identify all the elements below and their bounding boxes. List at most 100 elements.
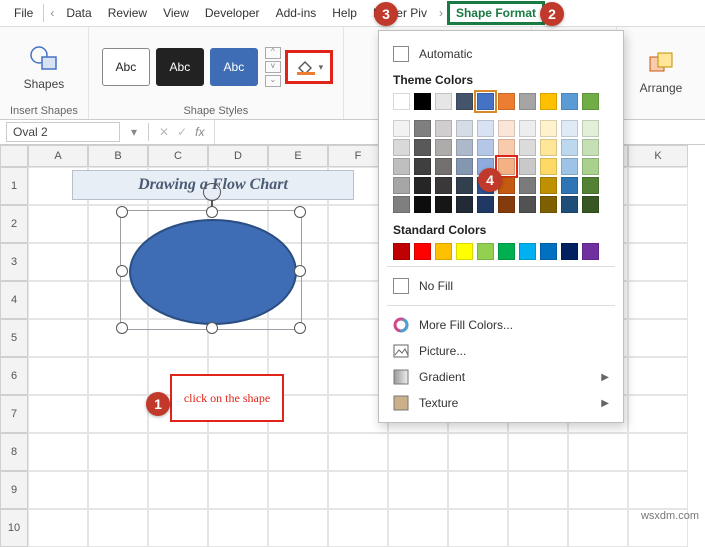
tab-developer[interactable]: Developer [197, 2, 268, 24]
color-swatch[interactable] [414, 243, 431, 260]
tab-addins[interactable]: Add-ins [268, 2, 325, 24]
cell[interactable] [628, 433, 688, 471]
cell[interactable] [28, 395, 88, 433]
color-swatch[interactable] [435, 243, 452, 260]
column-header[interactable]: C [148, 145, 208, 167]
color-swatch[interactable] [456, 93, 473, 110]
style-gallery-scroll[interactable]: ^v⌄ [265, 46, 281, 88]
row-header[interactable]: 7 [0, 395, 28, 433]
color-swatch[interactable] [519, 196, 536, 213]
cell[interactable] [628, 167, 688, 205]
color-swatch[interactable] [477, 120, 494, 137]
color-swatch[interactable] [414, 196, 431, 213]
tab-file[interactable]: File [6, 2, 41, 24]
row-header[interactable]: 4 [0, 281, 28, 319]
cell[interactable] [328, 509, 388, 547]
color-swatch[interactable] [561, 93, 578, 110]
color-swatch[interactable] [456, 120, 473, 137]
tab-review[interactable]: Review [100, 2, 155, 24]
cell[interactable] [328, 471, 388, 509]
cell[interactable] [208, 471, 268, 509]
color-swatch[interactable] [582, 177, 599, 194]
no-fill-option[interactable]: No Fill [393, 273, 609, 299]
cell[interactable] [28, 357, 88, 395]
color-swatch[interactable] [582, 139, 599, 156]
oval-shape[interactable] [129, 219, 297, 325]
color-swatch[interactable] [393, 243, 410, 260]
cell[interactable] [28, 509, 88, 547]
cell[interactable] [268, 471, 328, 509]
cell[interactable] [28, 205, 88, 243]
resize-handle[interactable] [116, 206, 128, 218]
cell[interactable] [508, 471, 568, 509]
color-swatch[interactable] [435, 139, 452, 156]
color-swatch[interactable] [477, 243, 494, 260]
color-swatch[interactable] [498, 93, 515, 110]
cell[interactable] [148, 471, 208, 509]
cell[interactable] [388, 509, 448, 547]
tab-scroll-left-icon[interactable]: ‹ [46, 6, 58, 20]
cell[interactable] [448, 509, 508, 547]
color-swatch[interactable] [393, 120, 410, 137]
cell[interactable] [388, 471, 448, 509]
cell[interactable] [508, 433, 568, 471]
color-swatch[interactable] [540, 243, 557, 260]
cell[interactable] [628, 281, 688, 319]
color-swatch[interactable] [393, 139, 410, 156]
tab-scroll-right-icon[interactable]: › [435, 6, 447, 20]
color-swatch[interactable] [477, 196, 494, 213]
style-preset-3[interactable]: Abc [210, 48, 258, 86]
color-swatch[interactable] [582, 158, 599, 175]
cell[interactable] [628, 357, 688, 395]
resize-handle[interactable] [206, 206, 218, 218]
color-swatch[interactable] [540, 177, 557, 194]
gradient-fill-option[interactable]: Gradient ▶ [393, 364, 609, 390]
resize-handle[interactable] [116, 322, 128, 334]
cell[interactable] [148, 433, 208, 471]
color-swatch[interactable] [414, 93, 431, 110]
resize-handle[interactable] [116, 265, 128, 277]
cell[interactable] [568, 509, 628, 547]
column-header[interactable]: E [268, 145, 328, 167]
color-swatch[interactable] [435, 120, 452, 137]
cell[interactable] [448, 471, 508, 509]
color-swatch[interactable] [561, 243, 578, 260]
color-swatch[interactable] [456, 243, 473, 260]
rotate-handle-icon[interactable] [203, 183, 221, 201]
color-swatch[interactable] [561, 196, 578, 213]
color-swatch[interactable] [477, 139, 494, 156]
cell[interactable] [208, 509, 268, 547]
cell[interactable] [628, 205, 688, 243]
cell[interactable] [28, 281, 88, 319]
cell[interactable] [88, 471, 148, 509]
fx-icon[interactable]: fx [191, 125, 208, 139]
cell[interactable] [628, 243, 688, 281]
shape-selection-frame[interactable] [120, 210, 302, 330]
color-swatch[interactable] [519, 120, 536, 137]
color-swatch[interactable] [435, 93, 452, 110]
tab-view[interactable]: View [155, 2, 197, 24]
cell[interactable] [388, 433, 448, 471]
color-swatch[interactable] [477, 93, 494, 110]
color-swatch[interactable] [540, 120, 557, 137]
cell[interactable] [568, 433, 628, 471]
cell[interactable] [28, 319, 88, 357]
color-swatch[interactable] [582, 93, 599, 110]
color-swatch[interactable] [498, 139, 515, 156]
cell[interactable] [268, 433, 328, 471]
row-header[interactable]: 1 [0, 167, 28, 205]
color-swatch[interactable] [393, 158, 410, 175]
color-swatch[interactable] [435, 196, 452, 213]
picture-fill-option[interactable]: Picture... [393, 338, 609, 364]
enter-icon[interactable]: ✓ [173, 125, 191, 139]
cell[interactable] [28, 433, 88, 471]
color-swatch[interactable] [393, 177, 410, 194]
color-swatch[interactable] [519, 243, 536, 260]
color-swatch[interactable] [561, 139, 578, 156]
more-fill-colors-option[interactable]: More Fill Colors... [393, 312, 609, 338]
shape-fill-split-button[interactable]: ▾ [285, 50, 333, 84]
shapes-gallery-button[interactable]: Shapes [19, 43, 69, 91]
color-swatch[interactable] [414, 177, 431, 194]
color-swatch[interactable] [456, 158, 473, 175]
tab-shape-format[interactable]: Shape Format [447, 1, 545, 25]
